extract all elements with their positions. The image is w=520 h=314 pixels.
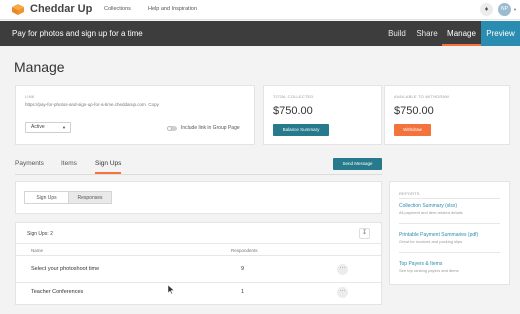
tab-payments[interactable]: Payments [15, 160, 44, 167]
report-top-payers-link[interactable]: Top Payers & Items [399, 261, 442, 267]
tab-items[interactable]: Items [61, 160, 77, 167]
group-page-toggle-label: Include link in Group Page [181, 125, 240, 131]
tab-build[interactable]: Build [382, 21, 412, 46]
segment-responses[interactable]: Responses [69, 191, 112, 204]
signups-table-card: Sign Ups: 2 ↧ Name Respondents Select yo… [15, 222, 382, 305]
tab-sign-ups[interactable]: Sign Ups [95, 160, 121, 167]
divider [16, 243, 381, 244]
collection-url: https://pay-for-photos-and-sign-up-for-a… [25, 102, 159, 107]
signups-count: Sign Ups: 2 [27, 231, 53, 237]
tab-manage[interactable]: Manage [442, 21, 481, 46]
chevron-down-icon[interactable]: ▼ [513, 7, 517, 12]
divider [399, 223, 500, 224]
segment-sign-ups[interactable]: Sign Ups [24, 191, 69, 204]
column-respondents: Respondents [231, 248, 258, 253]
reports-card: REPORTS Collection Summary (xlsx) All pa… [389, 181, 510, 285]
link-card: LINK https://pay-for-photos-and-sign-up-… [15, 85, 255, 145]
tab-share[interactable]: Share [412, 21, 442, 46]
status-value: Active [31, 124, 45, 130]
signup-name[interactable]: Select your photoshoot time [31, 266, 99, 272]
divider [16, 255, 381, 256]
available-label: AVAILABLE TO WITHDRAW [394, 94, 450, 99]
withdraw-card: AVAILABLE TO WITHDRAW $750.00 Withdraw [384, 85, 510, 145]
collection-title-bar: Pay for photos and sign up for a time Bu… [0, 21, 520, 46]
reports-heading: REPORTS [399, 191, 420, 196]
send-message-button[interactable]: Send Message [333, 158, 382, 170]
divider [399, 198, 500, 199]
avatar[interactable]: NP [498, 3, 511, 16]
column-name: Name [31, 248, 44, 253]
divider [399, 252, 500, 253]
chevron-down-icon: ▼ [62, 125, 66, 130]
total-collected-amount: $750.00 [273, 105, 313, 117]
report-printable-summaries-link[interactable]: Printable Payment Summaries (pdf) [399, 232, 478, 238]
report-collection-summary-desc: All payment and item-related details [399, 210, 463, 215]
respondent-count: 9 [241, 266, 245, 272]
more-options-icon[interactable]: ··· [337, 287, 348, 298]
brand-name[interactable]: Cheddar Up [30, 3, 92, 15]
top-nav: Cheddar Up Collections Help and Inspirat… [0, 0, 520, 20]
report-top-payers-desc: See top ranking payers and items [399, 268, 459, 273]
toggle-knob [167, 126, 172, 131]
available-amount: $750.00 [394, 105, 434, 117]
download-icon[interactable]: ↧ [359, 228, 370, 239]
signup-name[interactable]: Teacher Conferences [31, 289, 83, 295]
copy-link[interactable]: Copy [148, 102, 159, 107]
cheddar-logo-icon[interactable] [11, 3, 25, 16]
group-page-toggle[interactable] [167, 126, 177, 131]
report-printable-summaries-desc: Great for invoices and packing slips [399, 239, 463, 244]
collection-title: Pay for photos and sign up for a time [12, 29, 143, 38]
status-select[interactable]: Active ▼ [25, 122, 71, 133]
gift-icon[interactable]: ♦ [480, 3, 493, 16]
url-text: https://pay-for-photos-and-sign-up-for-a… [25, 102, 146, 107]
respondent-count: 1 [241, 289, 245, 295]
nav-collections-link[interactable]: Collections [104, 6, 131, 12]
tab-preview[interactable]: Preview [481, 21, 520, 46]
tabs-divider [15, 174, 382, 175]
more-options-icon[interactable]: ··· [337, 264, 348, 275]
page-title: Manage [14, 59, 65, 75]
report-collection-summary-link[interactable]: Collection Summary (xlsx) [399, 203, 457, 209]
link-label: LINK [25, 94, 35, 99]
balance-summary-button[interactable]: Balance Summary [273, 124, 329, 136]
nav-help-link[interactable]: Help and Inspiration [148, 6, 197, 12]
withdraw-button[interactable]: Withdraw [394, 124, 431, 136]
total-collected-label: TOTAL COLLECTED [273, 94, 314, 99]
total-collected-card: TOTAL COLLECTED $750.00 Balance Summary [263, 85, 382, 145]
divider [16, 282, 381, 283]
mouse-cursor-icon [168, 285, 174, 294]
